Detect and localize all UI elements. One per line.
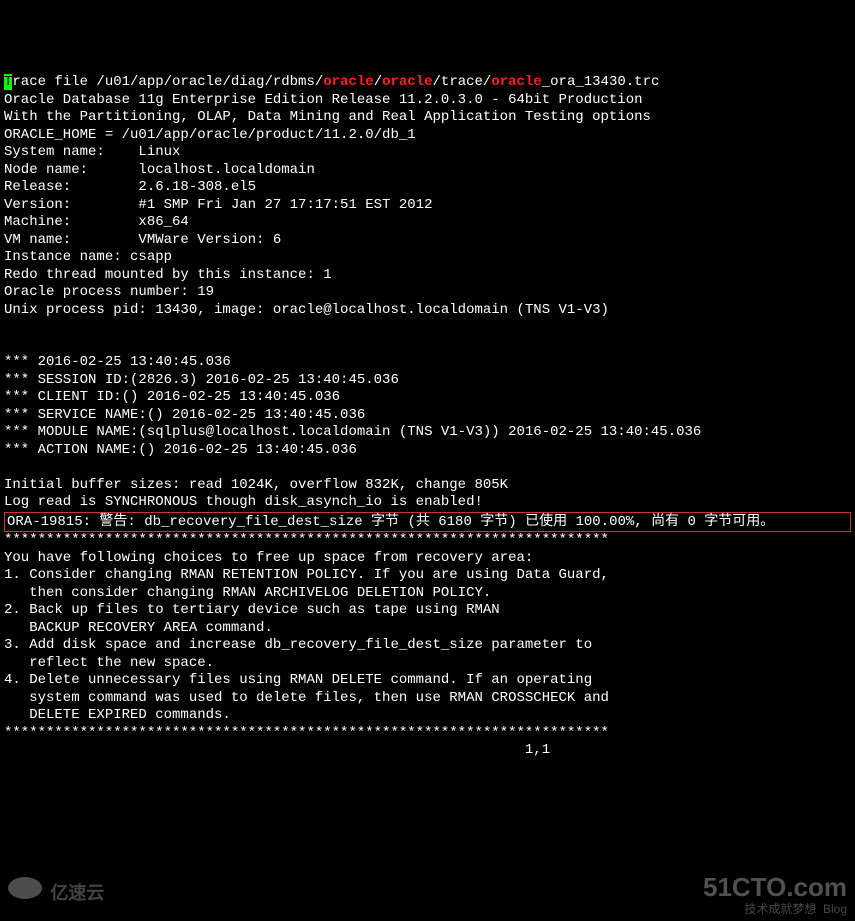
terminal-output: Trace file /u01/app/oracle/diag/rdbms/or… xyxy=(4,74,851,760)
line: Oracle Database 11g Enterprise Edition R… xyxy=(4,92,643,108)
line: 4. Delete unnecessary files using RMAN D… xyxy=(4,672,592,688)
line: You have following choices to free up sp… xyxy=(4,550,533,566)
line: Redo thread mounted by this instance: 1 xyxy=(4,267,332,283)
line: *** 2016-02-25 13:40:45.036 xyxy=(4,354,231,370)
text: /trace/ xyxy=(433,74,492,90)
trace-path: race file /u01/app/oracle/diag/rdbms/ xyxy=(12,74,323,90)
line: Node name: localhost.localdomain xyxy=(4,162,315,178)
line: Unix process pid: 13430, image: oracle@l… xyxy=(4,302,609,318)
highlight-oracle: oracle xyxy=(382,74,432,90)
cloud-icon xyxy=(8,877,42,899)
line: Oracle process number: 19 xyxy=(4,284,214,300)
line: *** ACTION NAME:() 2016-02-25 13:40:45.0… xyxy=(4,442,357,458)
line: Version: #1 SMP Fri Jan 27 17:17:51 EST … xyxy=(4,197,432,213)
line: Machine: x86_64 xyxy=(4,214,189,230)
line: ****************************************… xyxy=(4,532,609,548)
watermark-subtitle: 技术成就梦想 Blog xyxy=(744,902,847,917)
line: Instance name: csapp xyxy=(4,249,172,265)
highlight-oracle: oracle xyxy=(323,74,373,90)
line: reflect the new space. xyxy=(4,655,214,671)
line: VM name: VMWare Version: 6 xyxy=(4,232,281,248)
line: BACKUP RECOVERY AREA command. xyxy=(4,620,273,636)
line: then consider changing RMAN ARCHIVELOG D… xyxy=(4,585,491,601)
line: *** MODULE NAME:(sqlplus@localhost.local… xyxy=(4,424,701,440)
line: *** SERVICE NAME:() 2016-02-25 13:40:45.… xyxy=(4,407,365,423)
line: *** SESSION ID:(2826.3) 2016-02-25 13:40… xyxy=(4,372,399,388)
line: DELETE EXPIRED commands. xyxy=(4,707,231,723)
error-box: ORA-19815: 警告: db_recovery_file_dest_siz… xyxy=(4,512,851,533)
watermark-left: 亿速云 xyxy=(8,877,104,906)
line: ORACLE_HOME = /u01/app/oracle/product/11… xyxy=(4,127,416,143)
line: Initial buffer sizes: read 1024K, overfl… xyxy=(4,477,508,493)
line: system command was used to delete files,… xyxy=(4,690,609,706)
watermark-left-text: 亿速云 xyxy=(50,883,104,903)
line: ****************************************… xyxy=(4,725,609,741)
line: *** CLIENT ID:() 2016-02-25 13:40:45.036 xyxy=(4,389,340,405)
highlight-oracle: oracle xyxy=(491,74,541,90)
line: 1. Consider changing RMAN RETENTION POLI… xyxy=(4,567,609,583)
line: With the Partitioning, OLAP, Data Mining… xyxy=(4,109,651,125)
line: 2. Back up files to tertiary device such… xyxy=(4,602,500,618)
watermark-logo: 51CTO.com xyxy=(703,871,847,904)
line: Log read is SYNCHRONOUS though disk_asyn… xyxy=(4,494,483,510)
text: _ora_13430.trc xyxy=(542,74,660,90)
line: Release: 2.6.18-308.el5 xyxy=(4,179,256,195)
line: System name: Linux xyxy=(4,144,180,160)
text: / xyxy=(374,74,382,90)
line: 3. Add disk space and increase db_recove… xyxy=(4,637,592,653)
status-line: 1,1 xyxy=(4,742,550,758)
